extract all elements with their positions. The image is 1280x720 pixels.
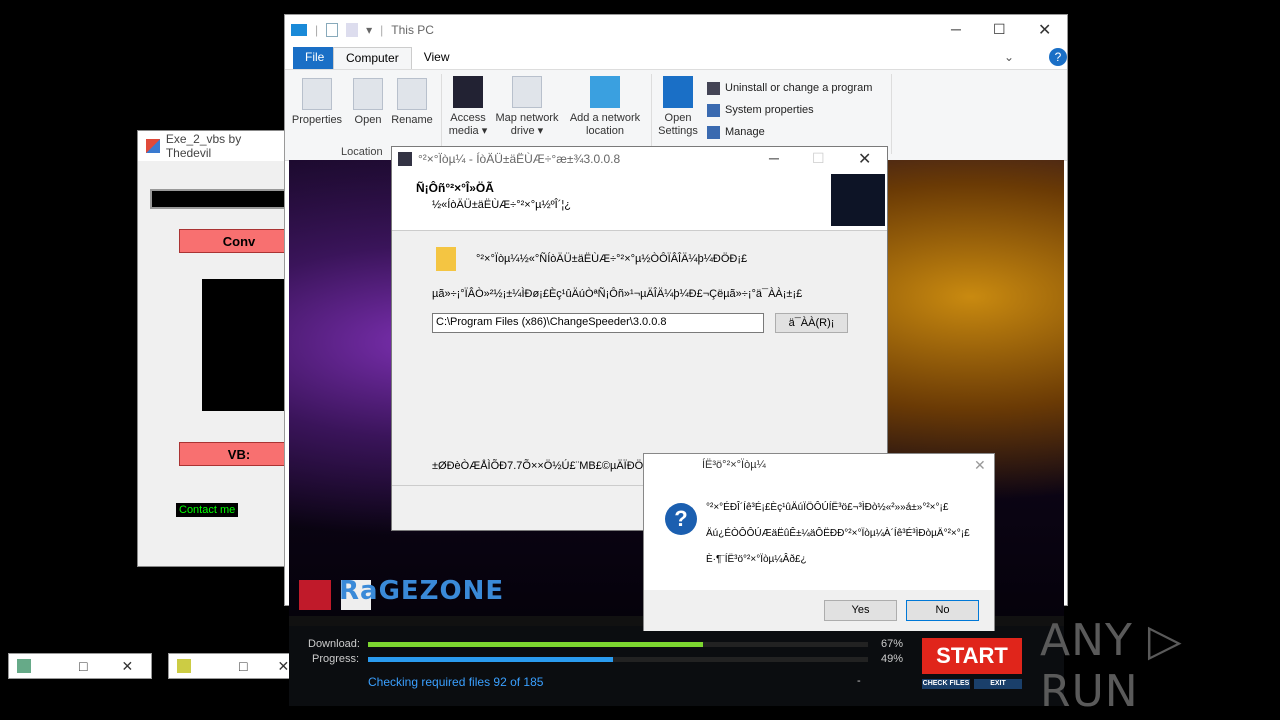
new-folder-quick-icon[interactable] xyxy=(346,23,359,37)
computer-install-icon xyxy=(831,174,885,226)
ribbon-tabs: File Computer View xyxy=(285,47,1067,69)
close-icon[interactable]: ✕ xyxy=(277,658,289,675)
system-links: Uninstall or change a program System pro… xyxy=(707,77,872,143)
download-bar-fill xyxy=(368,642,703,647)
install-description: °²×°Ïòµ¼½«°ÑÍòÄÜ±äËÙÆ÷°²×°µ½ÒÔÏÂÎÄ¼þ¼ÐÖÐ… xyxy=(476,253,748,265)
explorer-titlebar[interactable]: | ▾ | This PC xyxy=(285,15,1067,45)
maximize-icon: ☐ xyxy=(812,150,825,166)
quick-access-dropdown-icon[interactable]: ▾ xyxy=(366,23,372,37)
exe2vbs-title: Exe_2_vbs by Thedevil xyxy=(165,132,242,160)
network-drive-icon xyxy=(512,76,542,108)
system-properties-link[interactable]: System properties xyxy=(707,99,872,121)
explorer-title: This PC xyxy=(391,23,434,37)
launcher-status-panel: Download: Progress: 67% 49% Checking req… xyxy=(289,626,1064,706)
open-button[interactable]: Open xyxy=(349,78,387,127)
age-rating-icon xyxy=(299,580,331,610)
help-icon[interactable]: ? xyxy=(1049,48,1067,66)
status-dash: - xyxy=(857,675,861,687)
ribbon-separator xyxy=(891,74,892,154)
exe-path-input[interactable] xyxy=(150,189,300,209)
minimize-icon[interactable]: ─ xyxy=(769,150,779,166)
properties-quick-icon[interactable] xyxy=(326,23,339,37)
media-icon xyxy=(453,76,483,108)
exit-button[interactable]: EXIT xyxy=(974,679,1022,689)
progress-label: Progress: xyxy=(312,653,360,665)
installer-header: Ñ¡Ôñ°²×°Î»ÖÃ ½«ÍòÄÜ±äËÙÆ÷°²×°µ½ºÎ´¦¿ xyxy=(392,171,887,231)
question-icon: ? xyxy=(665,503,697,535)
properties-button[interactable]: Properties xyxy=(291,78,343,127)
app-icon xyxy=(146,139,160,153)
tab-view[interactable]: View xyxy=(412,47,462,69)
installer-title: °²×°Ïòµ¼ - ÍòÄÜ±äËÙÆ÷°æ±¾3.0.0.8 xyxy=(418,152,621,166)
folder-icon xyxy=(436,247,456,271)
open-settings-button[interactable]: Open Settings xyxy=(655,76,701,138)
ribbon-expand-icon[interactable]: ⌄ xyxy=(1004,50,1014,64)
tab-computer[interactable]: Computer xyxy=(333,47,412,69)
uninstall-icon xyxy=(707,81,720,95)
location-group-label: Location xyxy=(341,146,383,158)
manage-link[interactable]: Manage xyxy=(707,121,872,143)
msgbox-line-2: Äú¿ÉÒÔÔÚÆäËûÊ±¼äÔËÐÐ°²×°Ïòµ¼À´Íê³É³ÌÐòµÄ… xyxy=(706,528,970,539)
restore-icon[interactable]: □ xyxy=(79,658,87,674)
msgbox-title: ÍË³ö°²×°Ïòµ¼ xyxy=(702,459,766,471)
msgbox-button-area: Yes No xyxy=(644,590,994,631)
system-properties-icon xyxy=(707,103,720,117)
close-icon[interactable]: ✕ xyxy=(858,149,871,169)
installer-icon xyxy=(398,152,412,166)
rename-icon xyxy=(397,78,427,110)
map-network-drive-button[interactable]: Map network drive ▾ xyxy=(491,76,563,138)
required-space-text: ±ØÐèÒÆÅÌÕÐ7.7Õ××Ö½Ú£¨MB£©µÄÏÐÖÃ xyxy=(432,460,651,472)
app-icon xyxy=(177,659,191,673)
yes-button[interactable]: Yes xyxy=(824,600,897,621)
ribbon-separator xyxy=(441,74,442,154)
browse-button[interactable]: ä¯ÀÀ(R)¡­ xyxy=(775,313,848,333)
progress-percent: 49% xyxy=(881,653,904,665)
add-network-location-button[interactable]: Add a network location xyxy=(565,76,645,138)
convert-button[interactable]: Conv xyxy=(179,229,299,253)
progress-bar xyxy=(368,657,868,662)
download-label: Download: xyxy=(308,638,360,650)
install-instructions: µã»÷¡°ÏÂÒ»²½¡±¼ÌÐø¡£Èç¹ûÄúÒªÑ¡Ôñ»¹¬µÄÎÄ¼… xyxy=(432,288,803,300)
rename-button[interactable]: Rename xyxy=(389,78,435,127)
header-subtitle: ½«ÍòÄÜ±äËÙÆ÷°²×°µ½ºÎ´¦¿ xyxy=(432,199,571,211)
close-icon[interactable]: ✕ xyxy=(1038,20,1051,40)
properties-icon xyxy=(302,78,332,110)
close-icon[interactable]: ✕ xyxy=(121,658,133,675)
access-media-button[interactable]: Access media ▾ xyxy=(445,76,491,138)
manage-icon xyxy=(707,125,720,139)
install-path-input[interactable]: C:\Program Files (x86)\ChangeSpeeder\3.0… xyxy=(432,313,764,333)
gear-icon xyxy=(663,76,693,108)
uninstall-program-link[interactable]: Uninstall or change a program xyxy=(707,77,872,99)
minimized-window-1[interactable]: □ ✕ xyxy=(8,653,152,679)
open-icon xyxy=(353,78,383,110)
computer-icon xyxy=(291,24,307,36)
progress-bar-fill xyxy=(368,657,613,662)
exe2vbs-titlebar[interactable]: Exe_2_vbs by Thedevil xyxy=(138,131,296,161)
close-icon[interactable]: ✕ xyxy=(974,457,986,474)
minimize-icon[interactable]: ─ xyxy=(951,21,961,37)
contact-me-link[interactable]: Contact me xyxy=(176,503,239,517)
no-button[interactable]: No xyxy=(906,600,979,621)
exe2vbs-window: Exe_2_vbs by Thedevil Conv VB: Contact m… xyxy=(137,130,302,567)
vbs-button[interactable]: VB: xyxy=(179,442,299,466)
maximize-icon[interactable]: ☐ xyxy=(993,21,1006,38)
minimized-window-2[interactable]: □ ✕ xyxy=(168,653,292,679)
app-icon xyxy=(17,659,31,673)
start-button[interactable]: START xyxy=(922,638,1022,674)
download-bar xyxy=(368,642,868,647)
check-files-button[interactable]: CHECK FILES xyxy=(922,679,970,689)
tab-file[interactable]: File xyxy=(293,47,333,69)
network-location-icon xyxy=(590,76,620,108)
header-title: Ñ¡Ôñ°²×°Î»ÖÃ xyxy=(416,181,494,195)
ragezone-logo: RaGEZONE xyxy=(339,576,505,606)
msgbox-line-3: È·¶¨ÍË³ö°²×°Ïòµ¼Âð£¿ xyxy=(706,554,807,565)
exit-confirm-dialog: ÍË³ö°²×°Ïòµ¼ ✕ ? °²×°ÉÐÎ´Íê³É¡£Èç¹ûÄúÏÖÔ… xyxy=(643,453,995,631)
download-percent: 67% xyxy=(881,638,904,650)
ribbon-separator xyxy=(651,74,652,154)
msgbox-line-1: °²×°ÉÐÎ´Íê³É¡£Èç¹ûÄúÏÖÔÚÍË³ö£¬³ÌÐò½«²»»á… xyxy=(706,502,949,513)
status-text: Checking required files 92 of 185 xyxy=(368,675,544,689)
restore-icon[interactable]: □ xyxy=(239,658,247,674)
anyrun-watermark: ANY ▷ RUN xyxy=(1040,615,1183,717)
